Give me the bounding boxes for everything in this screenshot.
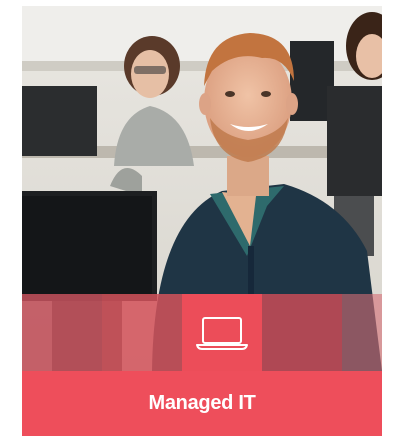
band-tile-far-right bbox=[342, 294, 382, 371]
icon-wrap bbox=[182, 294, 262, 371]
card-title: Managed IT bbox=[148, 392, 256, 414]
band-tile-mid bbox=[102, 294, 182, 371]
managed-it-card[interactable]: Managed IT bbox=[22, 6, 382, 436]
band-tile-right bbox=[262, 294, 342, 371]
card-caption[interactable]: Managed IT bbox=[22, 371, 382, 436]
laptop-icon bbox=[196, 316, 248, 350]
band-tile-left bbox=[22, 294, 102, 371]
